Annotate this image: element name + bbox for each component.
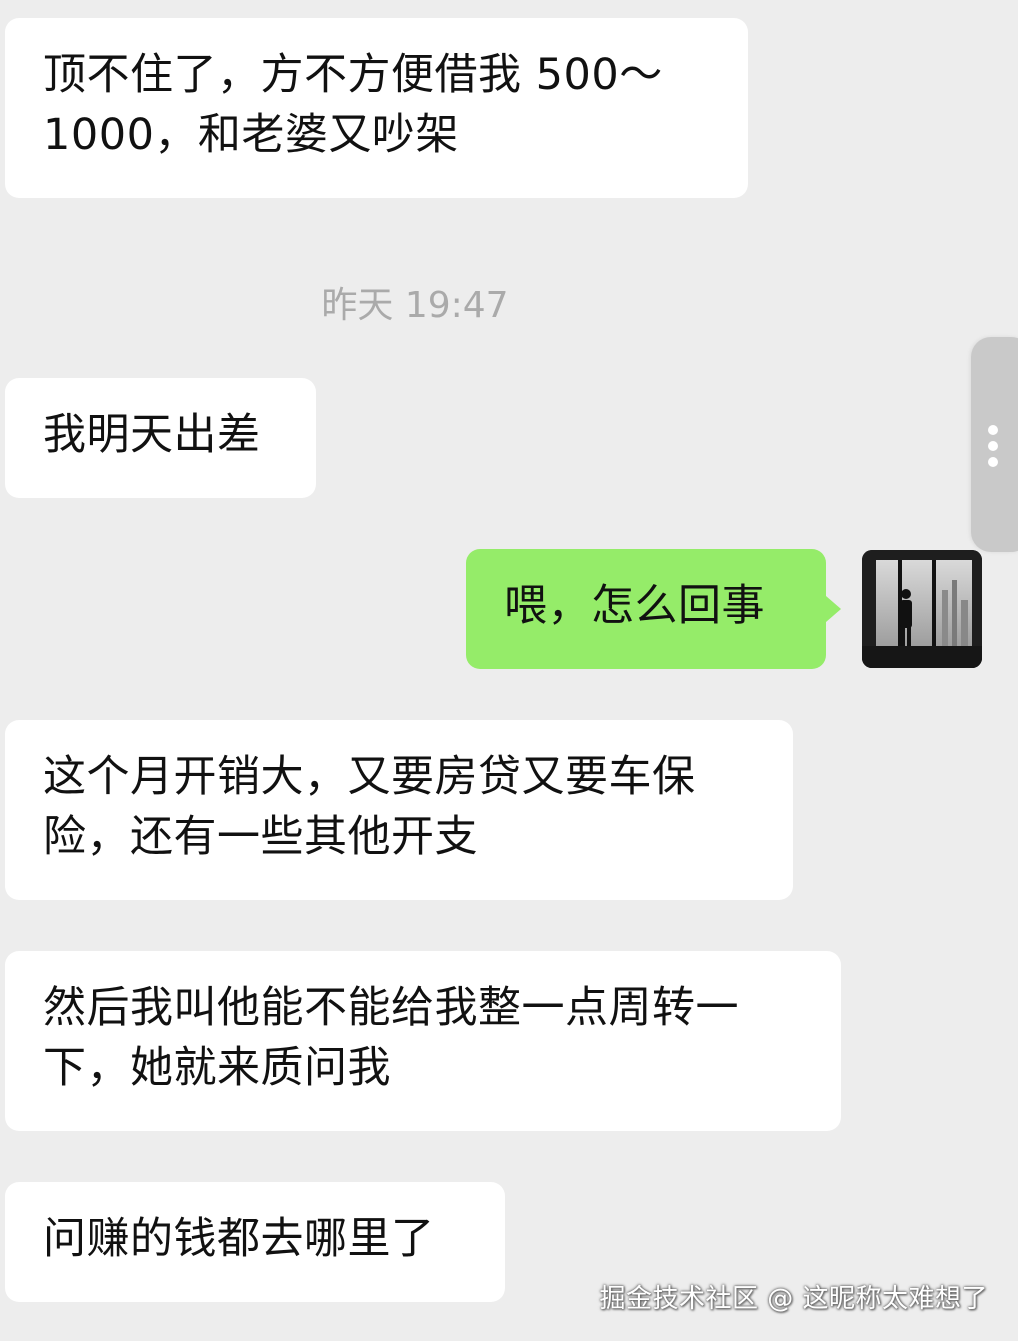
message-bubble-outgoing[interactable]: 喂，怎么回事 xyxy=(466,549,826,669)
bubble-tail xyxy=(826,596,841,622)
message-text: 喂，怎么回事 xyxy=(504,581,765,631)
message-text: 然后我叫他能不能给我整一点周转一下，她就来质问我 xyxy=(43,983,739,1093)
avatar[interactable] xyxy=(862,550,982,668)
timestamp: 昨天 19:47 xyxy=(321,285,509,326)
dot xyxy=(988,457,998,467)
message-text: 问赚的钱都去哪里了 xyxy=(43,1214,435,1264)
message-bubble-incoming[interactable]: 问赚的钱都去哪里了 xyxy=(5,1182,505,1302)
dot xyxy=(988,425,998,435)
message-bubble-incoming[interactable]: 顶不住了，方不方便借我 500～1000，和老婆又吵架 xyxy=(5,18,748,198)
message-bubble-incoming[interactable]: 我明天出差 xyxy=(5,378,316,498)
message-text: 我明天出差 xyxy=(43,410,261,460)
avatar-photo-icon xyxy=(862,550,982,668)
dot xyxy=(988,441,998,451)
message-text: 这个月开销大，又要房贷又要车保险，还有一些其他开支 xyxy=(43,752,696,862)
message-bubble-incoming[interactable]: 然后我叫他能不能给我整一点周转一下，她就来质问我 xyxy=(5,951,841,1131)
message-bubble-incoming[interactable]: 这个月开销大，又要房贷又要车保险，还有一些其他开支 xyxy=(5,720,793,900)
side-handle-more-vertical-icon[interactable] xyxy=(971,337,1018,552)
watermark: 掘金技术社区 @ 这昵称太难想了 xyxy=(599,1284,988,1314)
message-text: 顶不住了，方不方便借我 500～1000，和老婆又吵架 xyxy=(43,50,663,160)
